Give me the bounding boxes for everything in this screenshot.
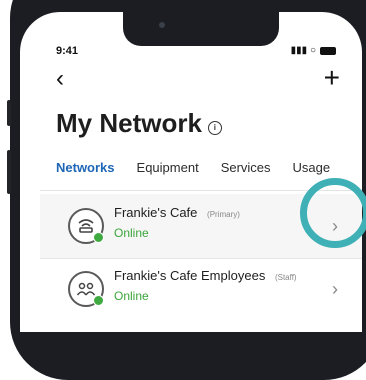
status-icons: ▮▮▮ ○ <box>291 45 336 56</box>
row-divider <box>40 258 362 259</box>
highlight-ring <box>300 178 366 248</box>
phone-volume-button <box>7 150 11 194</box>
chevron-right-icon[interactable]: › <box>332 279 338 300</box>
phone-notch <box>123 12 279 46</box>
signal-icon: ▮▮▮ ○ <box>290 45 316 56</box>
back-button[interactable]: ‹ <box>56 67 64 91</box>
network-status: Online <box>114 289 149 303</box>
phone-side-button <box>7 100 11 126</box>
app-screen: 9:41 ▮▮▮ ○ ‹ + My Network i Networks Equ… <box>20 12 362 332</box>
info-icon[interactable]: i <box>207 120 222 135</box>
battery-icon <box>320 46 336 55</box>
tab-usage[interactable]: Usage <box>293 160 331 175</box>
status-time: 9:41 <box>56 45 79 57</box>
tab-services[interactable]: Services <box>221 160 271 175</box>
network-name: Frankie's Cafe Employees <box>114 268 266 283</box>
online-dot <box>93 295 104 306</box>
page-title-wrap: My Network i <box>56 108 222 139</box>
page-title: My Network <box>56 108 202 138</box>
tab-networks[interactable]: Networks <box>56 160 115 175</box>
network-tag: (Staff) <box>274 273 297 282</box>
network-row-frankies-cafe-employees[interactable]: Frankie's Cafe Employees (Staff) Online … <box>40 260 362 318</box>
camera-icon <box>159 22 165 28</box>
network-name: Frankie's Cafe <box>114 205 198 220</box>
network-tag: (Primary) <box>207 210 240 219</box>
add-network-button[interactable]: + <box>324 64 340 92</box>
tab-equipment[interactable]: Equipment <box>137 160 199 175</box>
tab-bar: Networks Equipment Services Usage <box>56 160 330 175</box>
network-status: Online <box>114 226 149 240</box>
router-wifi-icon <box>68 208 104 244</box>
online-dot <box>93 232 104 243</box>
